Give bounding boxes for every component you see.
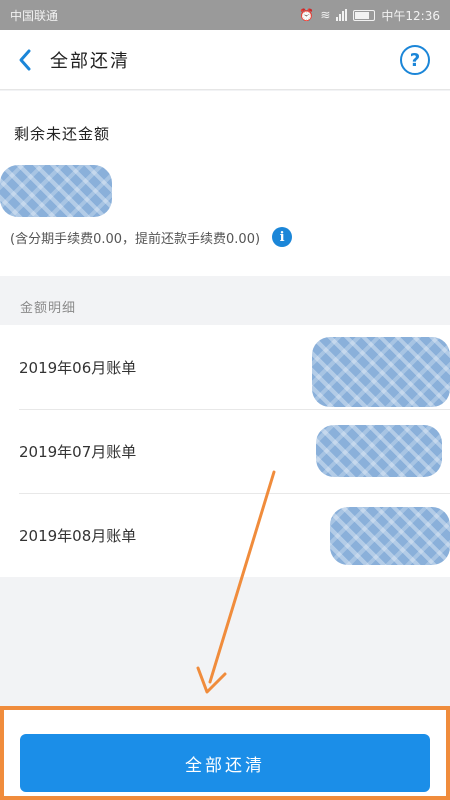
wifi-icon: ≋	[320, 8, 331, 22]
redacted-bill-amount	[316, 425, 442, 477]
signal-icon	[336, 9, 348, 21]
bill-list: 2019年06月账单 2019年07月账单 2019年08月账单	[0, 325, 450, 577]
battery-icon	[353, 9, 376, 21]
help-button[interactable]: ?	[400, 45, 430, 75]
redacted-bill-amount	[312, 337, 450, 407]
status-bar: 中国联通 ⏰ ≋ 中午12:36	[0, 0, 450, 30]
alarm-icon: ⏰	[299, 8, 315, 22]
nav-bar: 全部还清 ?	[0, 30, 450, 90]
status-icons: ⏰ ≋ 中午12:36	[299, 7, 440, 24]
back-button[interactable]	[0, 30, 50, 90]
bill-row[interactable]: 2019年08月账单	[0, 493, 450, 577]
redacted-amount	[0, 165, 112, 217]
question-icon: ?	[409, 49, 421, 71]
remaining-amount-label: 剩余未还金额	[14, 125, 111, 143]
bill-row[interactable]: 2019年07月账单	[0, 409, 450, 493]
section-title: 金额明细	[20, 301, 77, 316]
fee-note: (含分期手续费0.00，提前还款手续费0.00) i	[10, 227, 293, 247]
bill-label: 2019年06月账单	[19, 358, 137, 377]
page-title: 全部还清	[50, 50, 130, 72]
carrier-label: 中国联通	[10, 8, 59, 23]
bill-label: 2019年07月账单	[19, 442, 137, 461]
chevron-left-icon	[19, 49, 31, 70]
clock-label: 中午12:36	[381, 8, 440, 23]
bill-label: 2019年08月账单	[19, 526, 137, 545]
info-icon[interactable]: i	[272, 227, 293, 247]
pay-off-all-button[interactable]: 全部还清	[20, 734, 430, 792]
remaining-amount-panel: 剩余未还金额 (含分期手续费0.00，提前还款手续费0.00) i	[0, 91, 450, 276]
fee-note-text: (含分期手续费0.00，提前还款手续费0.00)	[10, 231, 261, 247]
bill-row[interactable]: 2019年06月账单	[0, 325, 450, 409]
footer-highlight: 全部还清	[0, 706, 450, 800]
redacted-bill-amount	[330, 507, 450, 565]
